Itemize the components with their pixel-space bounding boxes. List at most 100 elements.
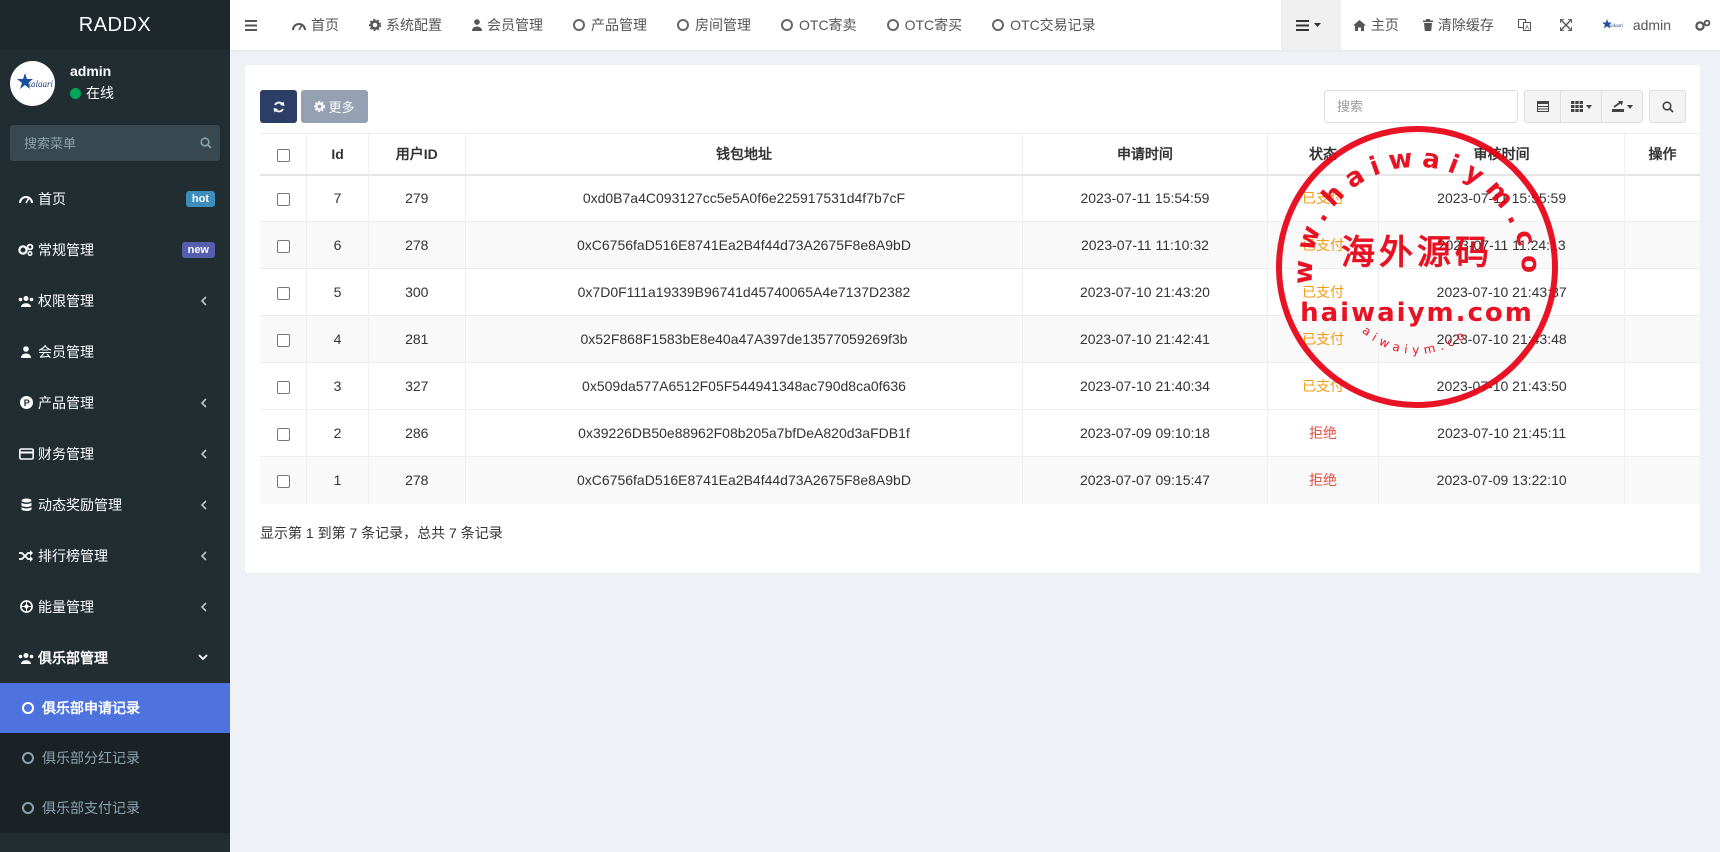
cell-user-id: 300 xyxy=(367,268,466,316)
cell-apply-time: 2023-07-07 09:15:47 xyxy=(1022,456,1268,504)
cell-actions xyxy=(1624,409,1700,457)
col-header-id[interactable]: Id xyxy=(306,133,369,176)
sidebar-item-ranking[interactable]: 排行榜管理 xyxy=(0,530,230,581)
cell-review-time: 2023-07-11 15:55:59 xyxy=(1378,174,1625,222)
cell-id: 2 xyxy=(306,409,369,457)
cell-wallet: 0x52F868F1583bE8e40a47A397de13577059269f… xyxy=(464,315,1023,363)
sidebar-subitem-label: 俱乐部支付记录 xyxy=(42,800,140,816)
cell-wallet: 0xC6756faD516E8741Ea2B4f44d73A2675F8e8A9… xyxy=(464,221,1023,269)
cogs-icon xyxy=(17,243,35,256)
sidebar-item-energy[interactable]: 能量管理 xyxy=(0,581,230,632)
col-header-status[interactable]: 状态 xyxy=(1266,133,1379,176)
sidebar-subitem-club-payments[interactable]: 俱乐部支付记录 xyxy=(0,783,230,833)
col-header-review-time[interactable]: 审核时间 xyxy=(1378,133,1625,176)
sidebar-subitem-club-dividends[interactable]: 俱乐部分红记录 xyxy=(0,733,230,783)
sidebar-item-label: 动态奖励管理 xyxy=(38,496,122,513)
translate-icon: A xyxy=(1517,19,1531,31)
cell-actions xyxy=(1624,174,1700,222)
energy-icon xyxy=(17,600,35,613)
sidebar-item-general[interactable]: 常规管理 new xyxy=(0,224,230,275)
settings-button[interactable] xyxy=(1683,0,1720,50)
more-button-label: 更多 xyxy=(328,100,355,115)
user-menu[interactable]: kalaari admin xyxy=(1589,0,1683,50)
sidebar-toggle-button[interactable] xyxy=(230,0,277,50)
cell-user-id: 286 xyxy=(367,409,466,457)
sidebar-item-rewards[interactable]: 动态奖励管理 xyxy=(0,479,230,530)
col-header-user-id[interactable]: 用户ID xyxy=(367,133,466,176)
clear-cache-button[interactable]: 清除缓存 xyxy=(1411,0,1506,50)
card-view-button[interactable] xyxy=(1524,90,1561,123)
tab-otc-records[interactable]: OTC交易记录 xyxy=(977,0,1111,50)
row-checkbox[interactable] xyxy=(276,286,290,300)
more-button[interactable]: 更多 xyxy=(301,90,368,123)
sidebar-item-home[interactable]: 首页 hot xyxy=(0,173,230,224)
cell-user-id: 279 xyxy=(367,174,466,222)
cell-status: 已支付 xyxy=(1266,362,1379,410)
select-all-checkbox[interactable] xyxy=(276,148,290,162)
tab-home[interactable]: 首页 xyxy=(277,0,354,50)
advanced-search-button[interactable] xyxy=(1649,90,1686,123)
tab-rooms[interactable]: 房间管理 xyxy=(662,0,766,50)
sidebar-item-members[interactable]: 会员管理 xyxy=(0,326,230,377)
tab-products[interactable]: 产品管理 xyxy=(558,0,662,50)
table-row[interactable]: 6 278 0xC6756faD516E8741Ea2B4f44d73A2675… xyxy=(260,221,1700,269)
row-checkbox[interactable] xyxy=(276,475,290,489)
row-checkbox[interactable] xyxy=(276,333,290,347)
cell-actions xyxy=(1624,362,1700,410)
select-all-cell xyxy=(260,133,307,176)
home-link[interactable]: 主页 xyxy=(1341,0,1411,50)
fullscreen-button[interactable] xyxy=(1548,0,1589,50)
database-icon xyxy=(17,498,35,511)
chevron-left-icon xyxy=(194,601,212,612)
cell-apply-time: 2023-07-10 21:42:41 xyxy=(1022,315,1268,363)
circle-icon xyxy=(573,19,585,31)
sidebar-search-input[interactable] xyxy=(24,135,200,151)
row-checkbox[interactable] xyxy=(276,427,290,441)
sidebar-item-label: 产品管理 xyxy=(38,394,94,411)
tab-system-config[interactable]: 系统配置 xyxy=(354,0,457,50)
tab-label: OTC寄卖 xyxy=(799,17,857,33)
col-header-wallet[interactable]: 钱包地址 xyxy=(464,133,1023,176)
cell-status: 拒绝 xyxy=(1266,456,1379,504)
table-icon xyxy=(1536,101,1549,112)
row-checkbox[interactable] xyxy=(276,239,290,253)
table-row[interactable]: 2 286 0x39226DB50e88962F08b205a7bfDeA820… xyxy=(260,409,1700,457)
cell-id: 4 xyxy=(306,315,369,363)
export-button[interactable] xyxy=(1601,90,1643,123)
tab-members[interactable]: 会员管理 xyxy=(457,0,558,50)
sidebar-item-products[interactable]: P 产品管理 xyxy=(0,377,230,428)
row-checkbox[interactable] xyxy=(276,380,290,394)
sidebar-subitem-label: 俱乐部申请记录 xyxy=(42,700,140,716)
table-row[interactable]: 5 300 0x7D0F111a19339B96741d45740065A4e7… xyxy=(260,268,1700,316)
search-icon[interactable] xyxy=(200,137,212,149)
col-header-apply-time[interactable]: 申请时间 xyxy=(1022,133,1268,176)
sidebar-item-finance[interactable]: 财务管理 xyxy=(0,428,230,479)
cogs-icon xyxy=(1695,19,1711,32)
brand-logo[interactable]: RADDX xyxy=(0,0,230,50)
table-row[interactable]: 1 278 0xC6756faD516E8741Ea2B4f44d73A2675… xyxy=(260,456,1700,504)
columns-button[interactable] xyxy=(1560,90,1602,123)
refresh-button[interactable] xyxy=(260,90,297,123)
menu-icon xyxy=(245,19,257,31)
hot-badge: hot xyxy=(185,190,215,207)
row-checkbox[interactable] xyxy=(276,193,290,207)
sidebar-item-club[interactable]: 俱乐部管理 xyxy=(0,632,230,683)
tab-label: 房间管理 xyxy=(695,17,751,33)
sidebar-subitem-club-applications[interactable]: 俱乐部申请记录 xyxy=(0,683,230,733)
dashboard-icon xyxy=(17,193,35,205)
table-row[interactable]: 4 281 0x52F868F1583bE8e40a47A397de135770… xyxy=(260,315,1700,363)
table-row[interactable]: 3 327 0x509da577A6512F05F544941348ac790d… xyxy=(260,362,1700,410)
table-search-input[interactable] xyxy=(1324,90,1518,123)
nav-dropdown-button[interactable] xyxy=(1280,0,1341,50)
sidebar-item-permissions[interactable]: 权限管理 xyxy=(0,275,230,326)
tab-otc-buy[interactable]: OTC寄买 xyxy=(872,0,978,50)
tab-otc-sell[interactable]: OTC寄卖 xyxy=(766,0,872,50)
translate-button[interactable]: A xyxy=(1506,0,1548,50)
chevron-left-icon xyxy=(194,397,212,408)
club-submenu: 俱乐部申请记录 俱乐部分红记录 俱乐部支付记录 xyxy=(0,683,230,833)
table-body: 7 279 0xd0B7a4C093127cc5e5A0f6e225917531… xyxy=(260,174,1700,504)
cell-status: 已支付 xyxy=(1266,268,1379,316)
table-row[interactable]: 7 279 0xd0B7a4C093127cc5e5A0f6e225917531… xyxy=(260,174,1700,222)
cell-wallet: 0xC6756faD516E8741Ea2B4f44d73A2675F8e8A9… xyxy=(464,456,1023,504)
table-view-buttons xyxy=(1524,90,1643,123)
